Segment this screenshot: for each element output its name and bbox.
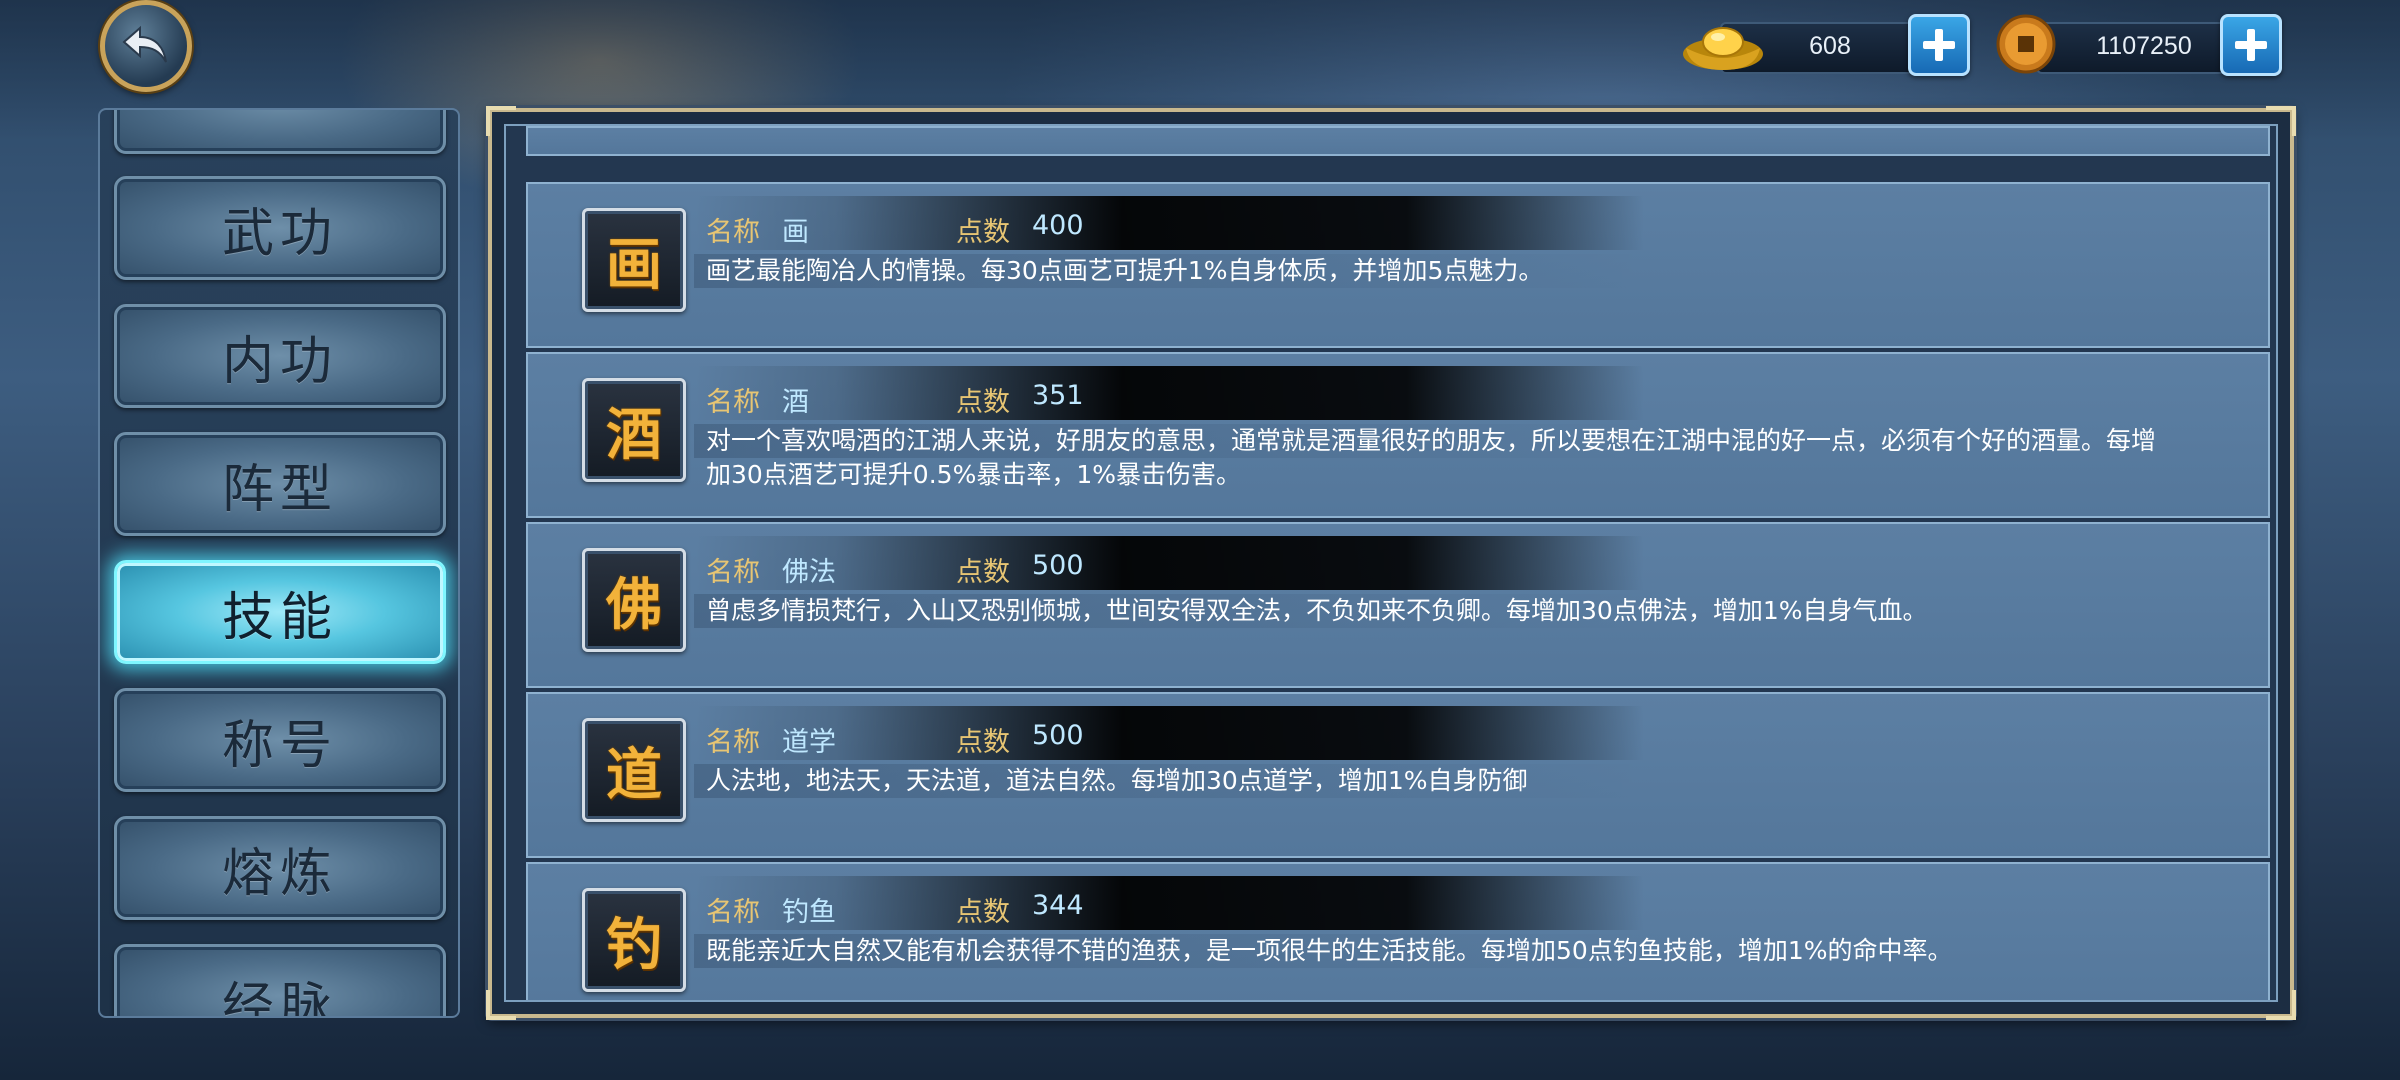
- menu-item-label: 熔炼: [221, 843, 338, 904]
- points-label: 点数: [956, 727, 1010, 758]
- skill-points: 500: [1032, 720, 1084, 751]
- points-label: 点数: [956, 897, 1010, 928]
- skill-wine-icon: 酒: [582, 378, 686, 482]
- menu-item-label: 技能: [221, 587, 338, 648]
- skill-name: 钓鱼: [782, 897, 836, 928]
- menu-item-label: 称号: [221, 715, 338, 776]
- skill-row[interactable]: 道 名称 道学 点数 500 人法地，地法天，天法道，道法自然。每增加30点道学…: [526, 692, 2270, 858]
- menu-item-label: 阵型: [221, 459, 338, 520]
- name-label: 名称: [706, 557, 760, 588]
- coin-amount: 1107250: [2096, 32, 2192, 60]
- menu-item-skills[interactable]: 技能: [114, 560, 446, 664]
- menu-item-smelting[interactable]: 熔炼: [114, 816, 446, 920]
- skill-description: 对一个喜欢喝酒的江湖人来说，好朋友的意思，通常就是酒量很好的朋友，所以要想在江湖…: [706, 426, 2157, 489]
- plus-icon: [1923, 29, 1955, 61]
- skill-row[interactable]: 画 名称 画 点数 400 画艺最能陶冶人的情操。每30点画艺可提升1%自身体质…: [526, 182, 2270, 348]
- menu-item-label: 内功: [221, 331, 338, 392]
- name-label: 名称: [706, 217, 760, 248]
- name-label: 名称: [706, 727, 760, 758]
- add-gold-button[interactable]: [1908, 14, 1970, 76]
- skill-painting-icon: 画: [582, 208, 686, 312]
- skill-row[interactable]: 钓 名称 钓鱼 点数 344 既能亲近大自然又能有机会获得不错的渔获，是一项很牛…: [526, 862, 2270, 1000]
- skill-points: 351: [1032, 380, 1084, 411]
- skill-name: 酒: [782, 387, 809, 418]
- back-button[interactable]: [100, 0, 192, 92]
- skill-fishing-icon: 钓: [582, 888, 686, 992]
- skill-header-bar: [694, 366, 1644, 420]
- skill-points: 400: [1032, 210, 1084, 241]
- points-label: 点数: [956, 387, 1010, 418]
- name-label: 名称: [706, 897, 760, 928]
- category-menu[interactable]: 武功 内功 阵型 技能 称号 熔炼 经脉: [98, 108, 460, 1018]
- menu-item-label: 经脉: [221, 978, 338, 1018]
- back-arrow-icon: [122, 25, 167, 63]
- points-label: 点数: [956, 557, 1010, 588]
- points-label: 点数: [956, 217, 1010, 248]
- skill-header-bar: [694, 536, 1644, 590]
- skill-description: 人法地，地法天，天法道，道法自然。每增加30点道学，增加1%自身防御: [706, 766, 1528, 795]
- skills-panel: 画 名称 画 点数 400 画艺最能陶冶人的情操。每30点画艺可提升1%自身体质…: [486, 106, 2296, 1020]
- skill-row[interactable]: 佛 名称 佛法 点数 500 曾虑多情损梵行，入山又恐别倾城，世间安得双全法，不…: [526, 522, 2270, 688]
- skill-name: 佛法: [782, 557, 836, 588]
- gold-amount: 608: [1809, 32, 1851, 60]
- skill-description: 画艺最能陶冶人的情操。每30点画艺可提升1%自身体质，并增加5点魅力。: [706, 256, 1544, 285]
- skill-header-bar: [694, 706, 1644, 760]
- menu-item-label: 武功: [221, 203, 338, 264]
- skill-taoism-icon: 道: [582, 718, 686, 822]
- skills-list[interactable]: 画 名称 画 点数 400 画艺最能陶冶人的情操。每30点画艺可提升1%自身体质…: [504, 124, 2278, 1002]
- menu-item-neigong[interactable]: 内功: [114, 304, 446, 408]
- skill-name: 道学: [782, 727, 836, 758]
- gold-ingot-icon: [1683, 27, 1763, 70]
- gold-currency: 608: [1680, 12, 1970, 78]
- skill-points: 344: [1032, 890, 1084, 921]
- add-coins-button[interactable]: [2220, 14, 2282, 76]
- skill-description: 曾虑多情损梵行，入山又恐别倾城，世间安得双全法，不负如来不负卿。每增加30点佛法…: [706, 596, 1928, 625]
- skill-row[interactable]: 酒 名称 酒 点数 351 对一个喜欢喝酒的江湖人来说，好朋友的意思，通常就是酒…: [526, 352, 2270, 518]
- plus-icon: [2235, 29, 2267, 61]
- skill-description: 既能亲近大自然又能有机会获得不错的渔获，是一项很牛的生活技能。每增加50点钓鱼技…: [706, 936, 1953, 965]
- copper-coin-icon: [1996, 14, 2056, 74]
- menu-item-titles[interactable]: 称号: [114, 688, 446, 792]
- name-label: 名称: [706, 387, 760, 418]
- skill-row-partial: [526, 126, 2270, 156]
- skill-header-bar: [694, 196, 1644, 250]
- skill-points: 500: [1032, 550, 1084, 581]
- menu-item-formation[interactable]: 阵型: [114, 432, 446, 536]
- menu-item-hidden-top[interactable]: [114, 110, 446, 154]
- skill-buddhism-icon: 佛: [582, 548, 686, 652]
- menu-item-wugong[interactable]: 武功: [114, 176, 446, 280]
- coin-currency: 1107250: [1996, 12, 2282, 78]
- menu-item-meridians[interactable]: 经脉: [114, 944, 446, 1018]
- skill-name: 画: [782, 217, 809, 248]
- skill-header-bar: [694, 876, 1644, 930]
